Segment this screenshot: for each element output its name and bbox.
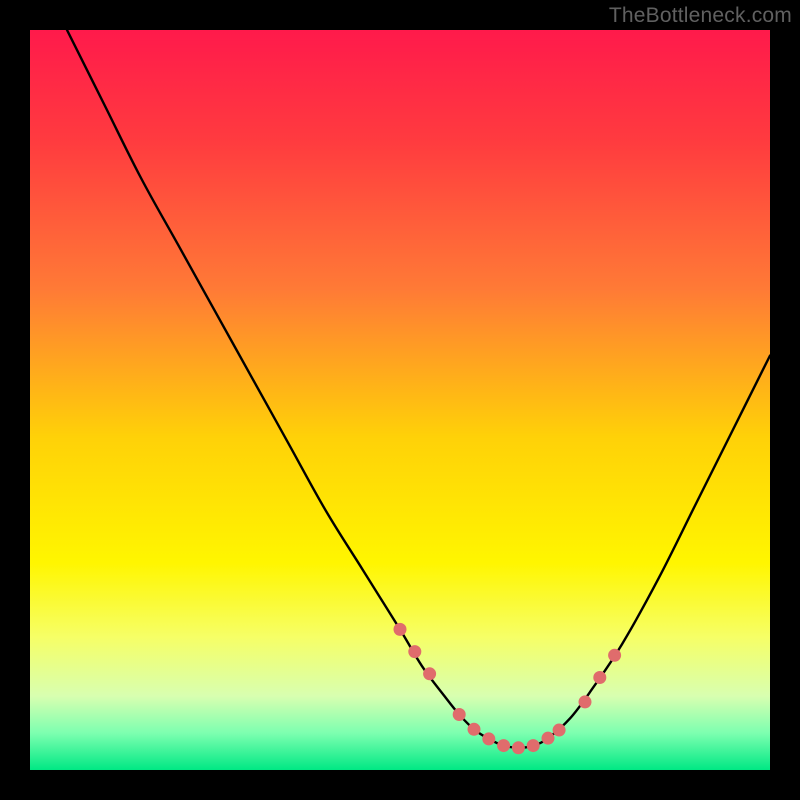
marker-point — [542, 732, 555, 745]
marker-point — [527, 739, 540, 752]
plot-area — [30, 30, 770, 770]
marker-point — [608, 649, 621, 662]
chart-stage: TheBottleneck.com — [0, 0, 800, 800]
highlight-markers — [394, 623, 622, 754]
marker-point — [423, 667, 436, 680]
marker-point — [512, 741, 525, 754]
marker-point — [453, 708, 466, 721]
marker-point — [593, 671, 606, 684]
marker-point — [468, 723, 481, 736]
marker-point — [408, 645, 421, 658]
curve-layer — [30, 30, 770, 770]
marker-point — [553, 724, 566, 737]
marker-point — [497, 739, 510, 752]
marker-point — [482, 732, 495, 745]
marker-point — [394, 623, 407, 636]
watermark-text: TheBottleneck.com — [609, 4, 792, 28]
bottleneck-curve — [67, 30, 770, 748]
marker-point — [579, 695, 592, 708]
